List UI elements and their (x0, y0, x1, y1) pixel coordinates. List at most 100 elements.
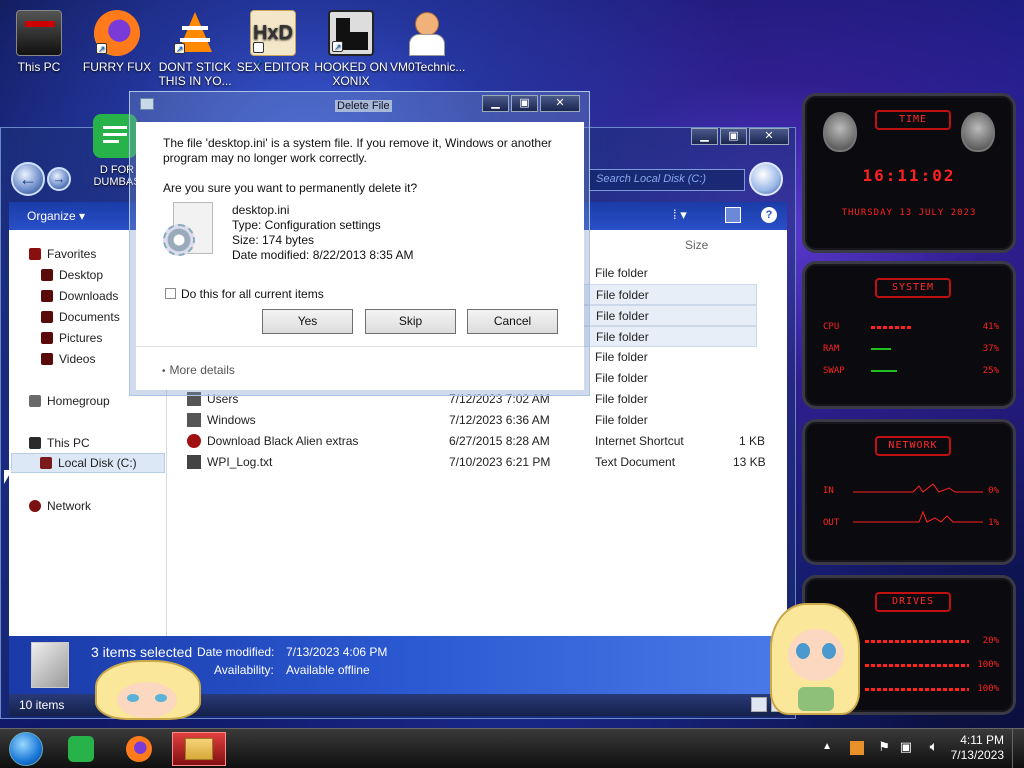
network-header: NETWORK (875, 436, 951, 456)
details-view-icon[interactable] (751, 697, 767, 712)
nav-downloads[interactable]: Downloads (41, 286, 118, 306)
dialog-minimize-button[interactable]: ▁ (482, 95, 509, 112)
apply-to-all-checkbox[interactable] (165, 288, 176, 299)
xonix-icon (328, 10, 374, 56)
desktop-icon-vlc[interactable]: DONT STICK THIS IN YO... (158, 4, 232, 88)
desktop-icon-label: HOOKED ON XONIX (314, 60, 388, 88)
more-details-label: More details (169, 363, 235, 377)
tray-app-icon[interactable] (850, 741, 864, 755)
dialog-maximize-button[interactable]: ▣ (511, 95, 538, 112)
cancel-button[interactable]: Cancel (467, 309, 558, 334)
documents-icon (41, 311, 53, 323)
shortcut-arrow-icon (253, 41, 264, 85)
file-date: 6/27/2015 8:28 AM (449, 434, 550, 448)
nav-local-disk[interactable]: Local Disk (C:) (11, 453, 165, 473)
nav-pictures[interactable]: Pictures (41, 328, 102, 348)
clock[interactable]: 4:11 PM 7/13/2023 (951, 733, 1004, 763)
desktop-icon-label: VM0Technic... (390, 60, 466, 74)
more-details-toggle[interactable]: • More details (162, 363, 235, 377)
nav-label: Documents (59, 310, 120, 324)
ram-value: 37% (982, 344, 999, 354)
forward-button[interactable]: → (47, 167, 71, 191)
column-header-size[interactable]: Size (685, 238, 708, 252)
delete-file-dialog: Delete File ▁ ▣ ✕ The file 'desktop.ini'… (129, 91, 590, 396)
cpu-value: 41% (982, 322, 999, 332)
clock-time: 16:11:02 (862, 166, 956, 185)
minimize-button[interactable]: ▁ (691, 128, 718, 145)
file-name: WPI_Log.txt (207, 455, 273, 469)
back-button[interactable]: ← (11, 162, 45, 196)
time-gadget[interactable]: TIME 16:11:02 THURSDAY 13 JULY 2023 (802, 93, 1016, 253)
show-hidden-icons-button[interactable]: ▲ (822, 741, 832, 752)
taskbar-app-explorer[interactable] (172, 732, 226, 766)
volume-icon[interactable]: 🔈︎ (930, 738, 938, 755)
file-date: 7/10/2023 6:21 PM (449, 455, 551, 469)
desktop-icon (41, 269, 53, 281)
start-button[interactable] (9, 732, 43, 766)
nav-network[interactable]: Network (29, 496, 91, 516)
nav-desktop[interactable]: Desktop (41, 265, 103, 285)
availability-value: Available offline (286, 663, 370, 677)
taskbar-app-firefox[interactable] (114, 732, 168, 766)
firefox-icon (94, 10, 140, 56)
nav-this-pc[interactable]: This PC (29, 433, 90, 453)
drive-bar-1 (865, 640, 969, 643)
network-out-value: 1% (988, 518, 999, 528)
table-row[interactable]: Windows 7/12/2023 6:36 AM File folder (183, 410, 757, 431)
view-options-icon[interactable]: ⁞ ▾ (673, 207, 689, 223)
network-in-label: IN (823, 486, 834, 496)
drive-icon (40, 457, 52, 469)
nav-favorites[interactable]: Favorites (29, 244, 96, 264)
maximize-button[interactable]: ▣ (720, 128, 747, 145)
file-type: Internet Shortcut (595, 434, 684, 448)
desktop-icon-label: DONT STICK THIS IN YO... (158, 60, 232, 88)
skip-button[interactable]: Skip (365, 309, 456, 334)
search-icon[interactable] (749, 162, 783, 196)
dialog-close-button[interactable]: ✕ (540, 95, 580, 112)
preview-pane-icon[interactable] (725, 207, 741, 223)
nav-videos[interactable]: Videos (41, 349, 95, 369)
network-tray-icon[interactable]: ▣ (900, 739, 912, 755)
dialog-app-icon (140, 98, 154, 110)
nav-label: Pictures (59, 331, 103, 345)
table-row[interactable]: WPI_Log.txt 7/10/2023 6:21 PM Text Docum… (183, 452, 766, 473)
file-type: File folder (596, 309, 649, 323)
computer-icon (29, 437, 41, 449)
dialog-window-controls: ▁ ▣ ✕ (482, 95, 580, 112)
config-file-icon (163, 202, 217, 260)
network-gadget[interactable]: NETWORK IN 0% OUT 1% (802, 419, 1016, 565)
drive-bar-2 (865, 664, 969, 667)
clock-time: 4:11 PM (960, 733, 1004, 747)
yes-button[interactable]: Yes (262, 309, 353, 334)
desktop-icon-this-pc[interactable]: This PC (2, 4, 76, 74)
chevron-icon: • (162, 366, 166, 377)
flag-icon[interactable]: ⚑ (878, 739, 890, 755)
table-row[interactable]: Download Black Alien extras 6/27/2015 8:… (183, 431, 765, 452)
system-gadget[interactable]: SYSTEM CPU 41% RAM 37% SWAP 25% (802, 261, 1016, 409)
close-button[interactable]: ✕ (749, 128, 789, 145)
desktop-icon-firefox[interactable]: FURRY FUX (80, 4, 154, 74)
taskbar-app-notes[interactable] (56, 732, 110, 766)
show-desktop-button[interactable] (1012, 729, 1024, 768)
checkbox-label: Do this for all current items (181, 287, 324, 301)
cpu-meter (871, 326, 913, 329)
search-input[interactable]: Search Local Disk (C:) (589, 169, 745, 191)
ram-meter (871, 348, 891, 350)
file-type: File folder (596, 330, 649, 344)
date-modified-label: Date modified: (197, 645, 275, 659)
cartoon-character-image (89, 660, 207, 724)
file-type: File folder (595, 350, 648, 364)
cpu-label: CPU (823, 322, 840, 332)
star-icon (29, 248, 41, 260)
file-date: 7/12/2023 6:36 AM (449, 413, 550, 427)
organize-button[interactable]: Organize ▾ (27, 209, 85, 223)
nav-homegroup[interactable]: Homegroup (29, 391, 110, 411)
help-icon[interactable]: ? (761, 207, 777, 223)
desktop-icon-vm0technic[interactable]: VM0Technic... (390, 4, 466, 74)
file-name: desktop.ini (232, 203, 290, 217)
nav-documents[interactable]: Documents (41, 307, 120, 327)
desktop-icon-hxd[interactable]: HxD SEX EDITOR (236, 4, 310, 85)
file-type: File folder (595, 392, 648, 406)
firefox-icon (126, 736, 152, 762)
desktop-icon-xonix[interactable]: HOOKED ON XONIX (314, 4, 388, 88)
